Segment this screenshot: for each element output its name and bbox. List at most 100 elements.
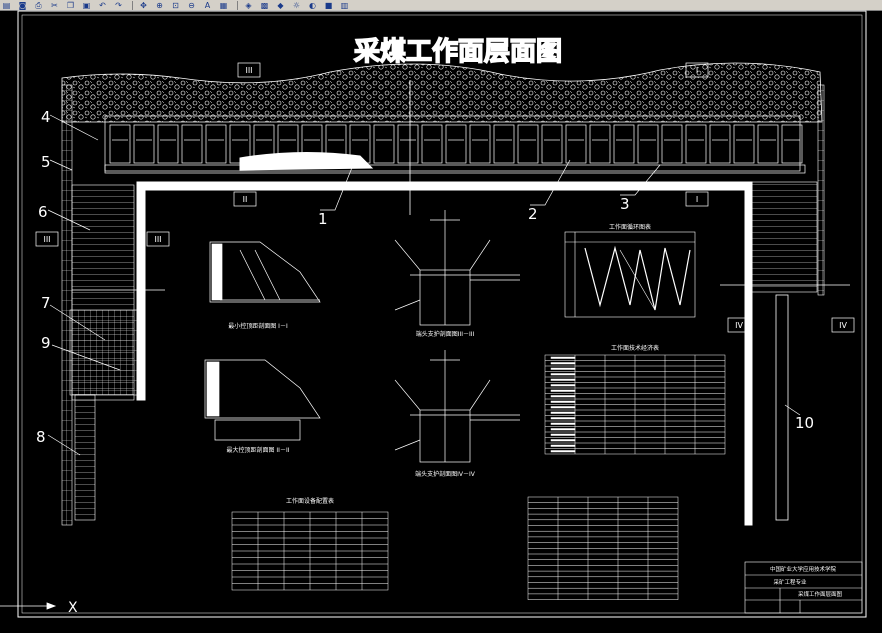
cut-icon[interactable]: ✂ (48, 1, 61, 10)
undo-icon[interactable]: ↶ (96, 1, 109, 10)
cad-drawing-canvas[interactable]: 采煤工作面层面图 III I II I III III IV IV 1 2 3 … (0, 10, 882, 629)
section-max-control (204, 359, 321, 441)
callout-5: 5 (41, 153, 51, 171)
support-shield (517, 124, 539, 164)
equipment-table (231, 511, 389, 591)
layer-manager-icon[interactable]: ◆ (274, 1, 287, 10)
callout-6: 6 (38, 203, 48, 221)
left-transfer (69, 309, 146, 396)
table-cell-text (550, 450, 576, 453)
table-cell-text (550, 389, 576, 392)
support-shield (157, 124, 179, 164)
caption-max-control: 最大控顶距剖面图 II－II (227, 446, 290, 454)
text-style-icon[interactable]: A (201, 1, 214, 10)
support-shield (541, 124, 563, 164)
face-conveyor (104, 164, 806, 174)
section-mark-iv-right: IV (839, 321, 847, 330)
support-shield (421, 124, 443, 164)
caption-end-support-1: 端头支护剖面图III－III (416, 330, 475, 338)
support-shield (205, 124, 227, 164)
support-shield (589, 124, 611, 164)
table-cell-text (550, 395, 576, 398)
caption-tech-table: 工作面技术经济表 (611, 344, 659, 352)
zoom-realtime-icon[interactable]: ⊕ (153, 1, 166, 10)
support-shield (565, 124, 587, 164)
end-support-section-1 (394, 210, 520, 326)
print-icon[interactable]: ⎙ (32, 1, 45, 10)
calculator-icon[interactable]: ▩ (258, 1, 271, 10)
support-shield (445, 124, 467, 164)
callout-7: 7 (41, 294, 51, 312)
toolbar-separator (132, 0, 133, 10)
title-block-drawing-name: 采煤工作面层面图 (798, 590, 843, 598)
copy-icon[interactable]: ❐ (64, 1, 77, 10)
support-shield (685, 124, 707, 164)
table-cell-text (550, 444, 576, 447)
support-shield (133, 124, 155, 164)
support-shield (397, 124, 419, 164)
table-cell-text (550, 422, 576, 425)
section-mark-i-bottom: I (696, 195, 698, 204)
caption-min-control: 最小控顶距剖面图 I－I (228, 322, 288, 330)
table-cell-text (550, 373, 576, 376)
save-icon[interactable]: ◙ (16, 1, 29, 10)
support-shield (469, 124, 491, 164)
right-roadway-section (775, 294, 789, 521)
section-mark-ii-bottom: II (243, 195, 248, 204)
callout-10: 10 (795, 414, 814, 432)
table-cell-text (550, 362, 576, 365)
callout-4: 4 (41, 108, 51, 126)
drawing-svg: 采煤工作面层面图 III I II I III III IV IV 1 2 3 … (0, 10, 867, 618)
section-min-control (209, 241, 321, 303)
table-cell-text (550, 384, 576, 387)
toolbar-separator (237, 0, 238, 10)
title-block-major: 采矿工程专业 (773, 578, 807, 586)
callout-8: 8 (36, 428, 46, 446)
support-shield (637, 124, 659, 164)
section-mark-i-top: I (696, 66, 698, 75)
support-shield (613, 124, 635, 164)
pan-icon[interactable]: ✥ (137, 1, 150, 10)
support-shield (661, 124, 683, 164)
section-mark-iii-top: III (245, 66, 252, 75)
table-cell-text (550, 439, 576, 442)
belt-conveyor-column (74, 394, 96, 521)
section-mark-iv-left: IV (735, 321, 743, 330)
callout-3: 3 (620, 195, 630, 213)
support-shield (733, 124, 755, 164)
zoom-window-icon[interactable]: ⊡ (169, 1, 182, 10)
table-cell-text (550, 433, 576, 436)
open-icon[interactable]: ▤ (0, 1, 13, 10)
caption-cycle-chart: 工作面循环图表 (609, 223, 651, 231)
callout-8-9: 9 (41, 334, 51, 352)
callout-2: 2 (528, 205, 538, 223)
paste-icon[interactable]: ▣ (80, 1, 93, 10)
parameters-table (527, 496, 679, 600)
left-rib (61, 84, 73, 526)
table-cell-text (550, 378, 576, 381)
zoom-previous-icon[interactable]: ⊖ (185, 1, 198, 10)
table-cell-text (550, 428, 576, 431)
support-shield (757, 124, 779, 164)
section-mark-iii-left: III (43, 235, 50, 244)
color-icon[interactable]: ■ (322, 1, 335, 10)
grid-icon[interactable]: ▥ (338, 1, 351, 10)
layer-icon[interactable]: ◈ (242, 1, 255, 10)
ucs-axis-icon (0, 602, 57, 610)
drawing-title: 采煤工作面层面图 (354, 37, 562, 67)
right-gateroad-supports (751, 181, 818, 293)
support-shield (781, 124, 803, 164)
support-shield (373, 124, 395, 164)
end-support-section-2 (394, 350, 520, 463)
lock-icon[interactable]: ◐ (306, 1, 319, 10)
properties-icon[interactable]: ▦ (217, 1, 230, 10)
caption-end-support-2: 端头支护剖面图IV－IV (415, 470, 476, 478)
table-cell-text (550, 367, 576, 370)
section-mark-iii-right: III (154, 235, 161, 244)
support-shield (109, 124, 131, 164)
sun-icon[interactable]: ☼ (290, 1, 303, 10)
redo-icon[interactable]: ↷ (112, 1, 125, 10)
table-cell-text (550, 411, 576, 414)
support-shield (709, 124, 731, 164)
caption-equipment-table: 工作面设备配置表 (286, 497, 334, 505)
